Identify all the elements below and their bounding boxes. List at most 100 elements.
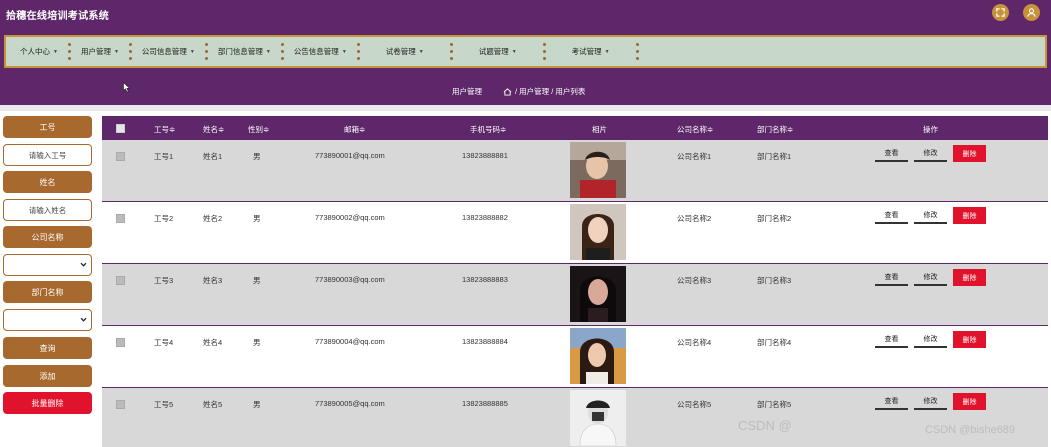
nav-item-department-info[interactable]: 部门信息管理 ▼ [218, 46, 271, 57]
table-row: 工号3 姓名3 男 773890003@qq.com 13823888883 公… [102, 264, 1048, 326]
nav-item-company-info[interactable]: 公司信息管理 ▼ [142, 46, 195, 57]
nav-item-user-management[interactable]: 用户管理 ▼ [81, 46, 119, 57]
cell-department: 部门名称4 [757, 338, 792, 347]
company-label: 公司名称 [3, 226, 92, 248]
cell-gender: 男 [253, 214, 261, 223]
row-checkbox[interactable] [116, 338, 125, 347]
view-button[interactable]: 查看 [875, 269, 908, 286]
caret-down-icon: ▼ [341, 48, 347, 55]
row-checkbox[interactable] [116, 276, 125, 285]
name-input[interactable]: 请输入姓名 [3, 199, 92, 221]
main-nav: 个人中心 ▼ 用户管理 ▼ 公司信息管理 ▼ 部门信息管理 ▼ 公告信息管理 ▼ 试卷管理… [4, 35, 1047, 68]
edit-button[interactable]: 修改 [914, 331, 947, 348]
add-button[interactable]: 添加 [3, 365, 92, 387]
edit-button[interactable]: 修改 [914, 145, 947, 162]
app-title: 拾穗在线培训考试系统 [6, 11, 109, 22]
header-email[interactable]: 邮箱≑ [344, 124, 365, 135]
cell-name: 姓名2 [203, 214, 223, 223]
caret-down-icon: ▼ [53, 48, 58, 55]
employee-no-input[interactable]: 请输入工号 [3, 144, 92, 166]
employee-no-label: 工号 [3, 116, 92, 138]
cell-email: 773890001@qq.com [315, 151, 385, 160]
cell-name: 姓名1 [203, 152, 223, 161]
cell-gender: 男 [253, 400, 261, 409]
home-icon[interactable] [503, 87, 512, 96]
header-label: 公司名称 [677, 125, 707, 134]
table-row: 工号2 姓名2 男 773890002@qq.com 13823888882 公… [102, 202, 1048, 264]
cell-name: 姓名4 [203, 338, 223, 347]
delete-button[interactable]: 删除 [953, 145, 986, 162]
nav-label: 考试管理 [571, 47, 602, 56]
batch-delete-button[interactable]: 批量删除 [3, 392, 92, 414]
edit-button[interactable]: 修改 [914, 207, 947, 224]
delete-button[interactable]: 删除 [953, 393, 986, 410]
row-checkbox[interactable] [116, 152, 125, 161]
nav-separator [635, 43, 639, 60]
cell-company: 公司名称2 [677, 214, 712, 223]
header-employee-no[interactable]: 工号≑ [154, 124, 175, 135]
nav-separator [67, 43, 71, 60]
sort-icon: ≑ [707, 125, 714, 134]
nav-separator [542, 43, 546, 60]
nav-item-exam-management[interactable]: 考试管理 ▼ [572, 46, 610, 57]
header-label: 工号 [154, 125, 169, 134]
table-header: 工号≑ 姓名≑ 性别≑ 邮箱≑ 手机号码≑ 相片 公司名称≑ 部门名称≑ 操作 [102, 116, 1048, 140]
fullscreen-icon[interactable] [992, 4, 1009, 21]
header-department[interactable]: 部门名称≑ [757, 124, 793, 135]
sort-icon: ≑ [359, 125, 366, 134]
cell-department: 部门名称5 [757, 400, 792, 409]
nav-label: 试卷管理 [385, 47, 416, 56]
caret-down-icon: ▼ [511, 48, 517, 55]
nav-item-personal-center[interactable]: 个人中心 ▼ [20, 46, 58, 57]
view-button[interactable]: 查看 [875, 207, 908, 224]
nav-item-announcement-info[interactable]: 公告信息管理 ▼ [294, 46, 347, 57]
cell-phone: 13823888884 [462, 337, 508, 346]
mouse-cursor-icon [123, 82, 131, 93]
sort-icon: ≑ [500, 125, 507, 134]
cell-email: 773890003@qq.com [315, 275, 385, 284]
user-photo [570, 328, 626, 384]
nav-item-paper-management[interactable]: 试卷管理 ▼ [386, 46, 424, 57]
header-label: 姓名 [203, 125, 218, 134]
header-label: 邮箱 [344, 125, 359, 134]
cell-name: 姓名5 [203, 400, 223, 409]
delete-button[interactable]: 删除 [953, 269, 986, 286]
view-button[interactable]: 查看 [875, 145, 908, 162]
cell-company: 公司名称4 [677, 338, 712, 347]
header-photo: 相片 [592, 125, 607, 134]
header-company[interactable]: 公司名称≑ [677, 124, 713, 135]
row-checkbox[interactable] [116, 214, 125, 223]
edit-button[interactable]: 修改 [914, 269, 947, 286]
watermark-left: CSDN @ [738, 418, 792, 433]
cell-company: 公司名称5 [677, 400, 712, 409]
select-all-checkbox[interactable] [116, 124, 125, 133]
nav-item-question-management[interactable]: 试题管理 ▼ [479, 46, 517, 57]
header-name[interactable]: 姓名≑ [203, 124, 224, 135]
department-select[interactable] [3, 309, 92, 331]
nav-separator [128, 43, 132, 60]
header-gender[interactable]: 性别≑ [248, 124, 269, 135]
chevron-down-icon [80, 262, 87, 267]
view-button[interactable]: 查看 [875, 393, 908, 410]
nav-label: 个人中心 [20, 47, 50, 56]
cell-department: 部门名称2 [757, 214, 792, 223]
nav-separator [204, 43, 208, 60]
delete-button[interactable]: 删除 [953, 207, 986, 224]
delete-button[interactable]: 删除 [953, 331, 986, 348]
nav-separator [449, 43, 453, 60]
row-checkbox[interactable] [116, 400, 125, 409]
cell-phone: 13823888881 [462, 151, 508, 160]
user-icon[interactable] [1023, 4, 1040, 21]
header-phone[interactable]: 手机号码≑ [470, 124, 506, 135]
nav-separator [280, 43, 284, 60]
nav-label: 公告信息管理 [293, 47, 339, 56]
company-select[interactable] [3, 254, 92, 276]
user-photo [570, 390, 626, 446]
nav-separator [356, 43, 360, 60]
edit-button[interactable]: 修改 [914, 393, 947, 410]
query-button[interactable]: 查询 [3, 337, 92, 359]
cell-gender: 男 [253, 276, 261, 285]
user-photo [570, 142, 626, 198]
caret-down-icon: ▼ [113, 48, 119, 55]
view-button[interactable]: 查看 [875, 331, 908, 348]
